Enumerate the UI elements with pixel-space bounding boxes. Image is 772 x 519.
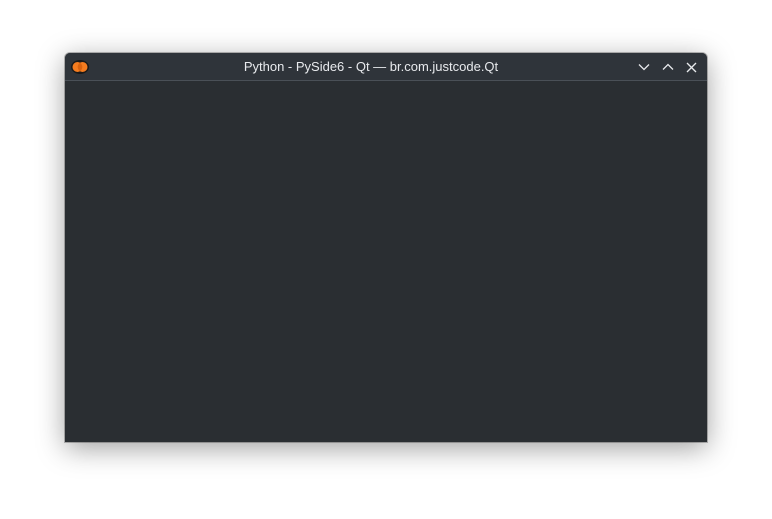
chevron-up-icon bbox=[662, 63, 674, 71]
window-client-area[interactable] bbox=[65, 81, 707, 442]
close-button[interactable] bbox=[681, 57, 701, 77]
minimize-button[interactable] bbox=[634, 57, 654, 77]
window-title: Python - PySide6 - Qt — br.com.justcode.… bbox=[243, 59, 499, 74]
title-bar[interactable]: Python - PySide6 - Qt — br.com.justcode.… bbox=[65, 53, 707, 81]
python-qt-icon[interactable] bbox=[70, 58, 90, 76]
close-icon bbox=[686, 62, 697, 73]
desktop: Python - PySide6 - Qt — br.com.justcode.… bbox=[0, 0, 772, 519]
chevron-down-icon bbox=[638, 63, 650, 71]
maximize-button[interactable] bbox=[658, 57, 678, 77]
app-window: Python - PySide6 - Qt — br.com.justcode.… bbox=[65, 53, 707, 442]
